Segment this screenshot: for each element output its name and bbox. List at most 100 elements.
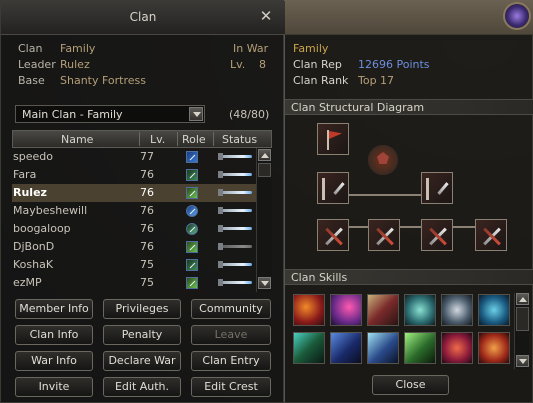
clan-skill-flame-icon[interactable] [441,332,473,364]
table-row[interactable]: Rulez 76 [12,184,256,202]
clan-rep-label: Clan Rep [293,58,342,71]
close-icon[interactable]: ✕ [259,9,273,24]
community-button[interactable]: Community [191,299,271,319]
role-icon [186,259,198,271]
col-separator [213,132,214,146]
col-role-header[interactable]: Role [182,133,206,146]
clan-rank-label: Clan Rank [293,74,349,87]
col-lv-header[interactable]: Lv. [150,133,165,146]
member-list-scrollbar[interactable] [256,148,272,292]
dropdown-selected: Main Clan - Family [22,108,123,121]
clan-skill-fire-icon[interactable] [293,294,325,326]
clan-window: Clan ✕ Clan Family Leader Rulez Base Sha… [0,0,285,403]
order-of-knights-icon[interactable] [317,219,349,251]
clan-window-titlebar[interactable]: Clan ✕ [1,1,285,35]
table-row[interactable]: DjBonD 76 [12,238,256,256]
scroll-thumb[interactable] [516,307,529,331]
clan-skill-shield-icon[interactable] [478,294,510,326]
leader-value: Rulez [60,58,90,71]
clan-skill-armor-icon[interactable] [404,294,436,326]
col-status-header[interactable]: Status [222,133,257,146]
clan-level-value: 8 [259,58,266,71]
order-of-knights-icon[interactable] [475,219,507,251]
royal-guard-flag-icon[interactable] [421,172,453,204]
member-name: ezMP [13,276,42,289]
edit-crest-button[interactable]: Edit Crest [191,377,271,397]
member-level: 75 [140,276,154,289]
member-level: 77 [140,150,154,163]
role-icon [186,151,198,163]
member-name: KoshaK [13,258,54,271]
online-status-icon [218,225,252,232]
clan-skills-scrollbar[interactable] [514,293,529,369]
role-icon [186,241,198,253]
member-level: 76 [140,186,154,199]
table-row[interactable]: Maybeshewill 76 [12,202,256,220]
role-icon [186,223,198,235]
clan-skill-spirit-icon[interactable] [330,332,362,364]
clan-rep-value: 12696 Points [358,58,430,71]
clan-skill-book-icon[interactable] [367,294,399,326]
clan-info-button[interactable]: Clan Info [15,325,93,345]
role-icon [186,187,198,199]
table-row[interactable]: ezMP 75 [12,274,256,292]
clan-skill-beast-icon[interactable] [330,294,362,326]
scroll-thumb[interactable] [258,163,271,177]
clan-skills-header: Clan Skills [285,269,533,285]
royal-guard-flag-icon[interactable] [317,172,349,204]
order-of-knights-icon[interactable] [421,219,453,251]
role-icon [186,169,198,181]
online-status-icon [218,171,252,178]
table-row[interactable]: speedo 77 [12,148,256,166]
clan-skill-blade-icon[interactable] [367,332,399,364]
role-icon [186,277,198,289]
war-info-button[interactable]: War Info [15,351,93,371]
col-name-header[interactable]: Name [61,133,93,146]
online-status-icon [218,261,252,268]
clan-skill-burst-icon[interactable] [478,332,510,364]
table-row[interactable]: KoshaK 75 [12,256,256,274]
order-of-knights-icon[interactable] [368,219,400,251]
scroll-down-icon[interactable] [516,355,529,367]
clan-label: Clan [18,42,43,55]
menu-orb-icon[interactable] [503,2,531,30]
privileges-button[interactable]: Privileges [103,299,181,319]
member-count: (48/80) [229,108,270,121]
member-list: speedo 77 Fara 76 Rulez 76 Maybeshewill … [12,148,256,292]
scroll-down-icon[interactable] [258,277,271,289]
main-clan-flag-icon[interactable] [317,123,349,155]
clan-skill-nature-icon[interactable] [404,332,436,364]
penalty-button[interactable]: Penalty [103,325,181,345]
clan-rank-value: Top 17 [358,74,395,87]
clan-skill-wind-icon[interactable] [293,332,325,364]
member-info-button[interactable]: Member Info [15,299,93,319]
scroll-up-icon[interactable] [516,293,529,305]
online-status-icon [218,189,252,196]
clan-family-name: Family [293,42,329,55]
member-name: speedo [13,150,53,163]
declare-war-button[interactable]: Declare War [103,351,181,371]
clan-skill-mask-icon[interactable] [441,294,473,326]
edit-auth-button[interactable]: Edit Auth. [103,377,181,397]
online-status-icon [218,153,252,160]
clan-structural-diagram [285,120,533,264]
online-status-icon [218,207,252,214]
base-label: Base [18,74,45,87]
table-row[interactable]: Fara 76 [12,166,256,184]
member-name: boogaloop [13,222,71,235]
scroll-up-icon[interactable] [258,149,271,161]
member-level: 76 [140,240,154,253]
clan-unit-dropdown[interactable]: Main Clan - Family [15,105,205,123]
clan-skills-title: Clan Skills [291,271,348,284]
chevron-down-icon[interactable] [189,107,203,121]
member-level: 76 [140,168,154,181]
role-icon [186,205,198,217]
leave-button[interactable]: Leave [191,325,271,345]
invite-button[interactable]: Invite [15,377,93,397]
clan-entry-button[interactable]: Clan Entry [191,351,271,371]
base-value: Shanty Fortress [60,74,146,87]
close-button[interactable]: Close [372,375,449,395]
col-separator [139,132,140,146]
table-row[interactable]: boogaloop 76 [12,220,256,238]
member-table-header: Name Lv. Role Status [12,130,272,148]
